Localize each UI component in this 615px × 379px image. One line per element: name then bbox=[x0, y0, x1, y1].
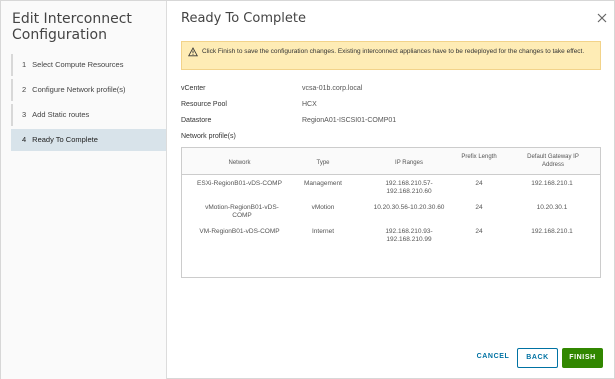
step-label: Add Static routes bbox=[32, 110, 90, 119]
table-header: Network Type IP Ranges Prefix Length Def… bbox=[182, 148, 600, 175]
cell-network: ESXi-RegionB01-vDS-COMP bbox=[197, 180, 282, 187]
cell-prefix-length: 24 bbox=[475, 228, 483, 235]
column-header-network[interactable]: Network bbox=[182, 159, 297, 167]
table-row: ESXi-RegionB01-vDS-COMP Management 192.1… bbox=[182, 178, 600, 206]
wizard-title: Edit Interconnect Configuration bbox=[12, 11, 132, 43]
property-value: HCX bbox=[302, 101, 317, 108]
cell-ip-ranges: 192.168.210.57-192.168.210.60 bbox=[385, 180, 433, 195]
step-number: 2 bbox=[22, 85, 27, 94]
cell-default-gateway: 192.168.210.1 bbox=[531, 228, 573, 235]
alert-message: Click Finish to save the configuration c… bbox=[202, 48, 585, 55]
property-resource-pool: Resource Pool HCX bbox=[181, 101, 601, 117]
summary-properties: vCenter vcsa-01b.corp.local Resource Poo… bbox=[181, 85, 601, 149]
step-ready-to-complete[interactable]: 4 Ready To Complete bbox=[11, 129, 166, 151]
cell-default-gateway: 192.168.210.1 bbox=[531, 180, 573, 187]
cell-network: VM-RegionB01-vDS-COMP bbox=[199, 228, 280, 235]
property-label: Resource Pool bbox=[181, 101, 227, 108]
step-select-compute-resources[interactable]: 1 Select Compute Resources bbox=[11, 54, 166, 76]
property-label: Network profile(s) bbox=[181, 133, 236, 140]
cell-prefix-length: 24 bbox=[475, 204, 483, 211]
property-value: RegionA01-ISCSI01-COMP01 bbox=[302, 117, 397, 124]
cell-ip-ranges: 10.20.30.56-10.20.30.60 bbox=[373, 204, 445, 211]
step-label: Configure Network profile(s) bbox=[32, 85, 126, 94]
column-header-prefix-length[interactable]: Prefix Length bbox=[458, 153, 500, 161]
step-add-static-routes[interactable]: 3 Add Static routes bbox=[11, 104, 166, 126]
column-header-type[interactable]: Type bbox=[294, 159, 352, 167]
cancel-button[interactable]: CANCEL bbox=[473, 348, 513, 368]
property-vcenter: vCenter vcsa-01b.corp.local bbox=[181, 85, 601, 101]
warning-alert: Click Finish to save the configuration c… bbox=[181, 41, 601, 70]
warning-icon bbox=[188, 47, 198, 57]
wizard-steps: 1 Select Compute Resources 2 Configure Net… bbox=[11, 54, 166, 154]
step-number: 1 bbox=[22, 60, 27, 69]
finish-button[interactable]: FINISH bbox=[562, 348, 603, 368]
column-header-default-gateway[interactable]: Default Gateway IP Address bbox=[516, 153, 590, 169]
wizard-sidebar: Edit Interconnect Configuration 1 Select … bbox=[1, 1, 167, 379]
cell-network: vMotion-RegionB01-vDS-COMP bbox=[205, 204, 279, 219]
close-icon[interactable] bbox=[596, 12, 608, 24]
cell-type: Internet bbox=[311, 228, 335, 235]
cell-ip-ranges: 192.168.210.93-192.168.210.99 bbox=[385, 228, 433, 243]
column-header-ip-ranges[interactable]: IP Ranges bbox=[354, 159, 464, 167]
network-profiles-table: Network Type IP Ranges Prefix Length Def… bbox=[181, 147, 601, 278]
property-value: vcsa-01b.corp.local bbox=[302, 85, 363, 92]
cell-type: Management bbox=[304, 180, 342, 187]
property-label: Datastore bbox=[181, 117, 212, 124]
step-label: Ready To Complete bbox=[32, 135, 98, 144]
back-button[interactable]: BACK bbox=[517, 348, 558, 368]
property-label: vCenter bbox=[181, 85, 206, 92]
step-number: 3 bbox=[22, 110, 27, 119]
cell-type: vMotion bbox=[311, 204, 335, 211]
property-datastore: Datastore RegionA01-ISCSI01-COMP01 bbox=[181, 117, 601, 133]
step-number: 4 bbox=[22, 135, 27, 144]
cell-default-gateway: 10.20.30.1 bbox=[536, 204, 568, 211]
wizard-main-panel: Ready To Complete Click Finish to save t… bbox=[167, 1, 615, 379]
table-row: VM-RegionB01-vDS-COMP Internet 192.168.2… bbox=[182, 227, 600, 255]
edit-interconnect-dialog: Edit Interconnect Configuration 1 Select … bbox=[0, 0, 615, 379]
cell-prefix-length: 24 bbox=[475, 180, 483, 187]
page-title: Ready To Complete bbox=[181, 11, 306, 26]
step-label: Select Compute Resources bbox=[32, 60, 124, 69]
step-configure-network-profiles[interactable]: 2 Configure Network profile(s) bbox=[11, 79, 166, 101]
